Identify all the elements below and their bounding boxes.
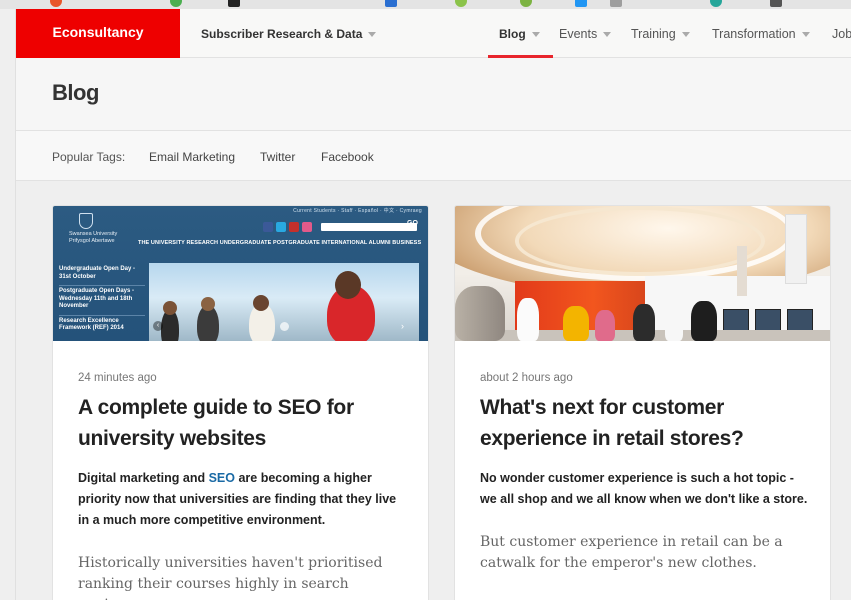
thumbnail-sidebar-item: Undergraduate Open Day - 31st October: [59, 264, 145, 286]
university-name: Swansea University Prifysgol Abertawe: [69, 231, 117, 245]
slider-next-icon: ›: [401, 321, 404, 331]
thumbnail-search-box: [321, 223, 417, 231]
slider-pause-icon: [280, 322, 289, 331]
store-display-screen: [723, 309, 749, 331]
nav-item-jobs[interactable]: Job: [832, 9, 851, 58]
shopper-figure: [665, 310, 683, 341]
nav-item-transformation[interactable]: Transformation: [712, 9, 810, 58]
chevron-down-icon: [603, 31, 612, 37]
university-name-line: Prifysgol Abertawe: [69, 238, 115, 244]
article-title[interactable]: A complete guide to SEO for university w…: [78, 392, 408, 454]
shopper-figure: [563, 306, 589, 341]
article-excerpt: Historically universities haven't priori…: [78, 555, 383, 600]
article-lead: No wonder customer experience is such a …: [480, 471, 808, 506]
nav-item-label: Subscriber Research & Data: [201, 26, 363, 41]
article-timestamp: 24 minutes ago: [78, 372, 157, 384]
chevron-down-icon: [681, 31, 690, 37]
page-gutter: [0, 9, 16, 600]
browser-bookmarks-bar: [0, 0, 851, 9]
thumbnail-sidebar-item: Research Excellence Framework (REF) 2014: [59, 317, 124, 332]
shopper-figure: [595, 310, 615, 341]
article-title[interactable]: What's next for customer experience in r…: [480, 392, 810, 454]
main-nav: Econsultancy Subscriber Research & Data …: [16, 9, 851, 58]
bookmark-favicon[interactable]: [455, 0, 467, 7]
popular-tags-bar: Popular Tags: Email Marketing Twitter Fa…: [16, 131, 851, 181]
thumbnail-top-links: Current Students · Staff · Español · 中文 …: [293, 208, 422, 214]
nav-item-label: Blog: [499, 26, 526, 41]
bookmark-favicon[interactable]: [228, 0, 240, 7]
nav-item-label: Transformation: [712, 26, 796, 41]
article-thumbnail[interactable]: Current Students · Staff · Español · 中文 …: [53, 206, 428, 341]
chevron-down-icon: [801, 31, 810, 37]
store-hanging-banner: [785, 214, 807, 284]
article-card[interactable]: about 2 hours ago What's next for custom…: [454, 205, 831, 600]
econsultancy-logo[interactable]: Econsultancy: [16, 9, 180, 58]
university-crest-icon: [79, 213, 93, 229]
twitter-icon: [276, 222, 286, 232]
flickr-icon: [302, 222, 312, 232]
nav-item-label: Events: [559, 26, 598, 41]
thumbnail-sidebar-item: Postgraduate Open Days - Wednesday 11th …: [59, 286, 145, 316]
facebook-icon: [263, 222, 273, 232]
tag-link-facebook[interactable]: Facebook: [321, 150, 374, 164]
university-name-line: Swansea University: [69, 231, 118, 237]
bookmark-favicon[interactable]: [520, 0, 532, 7]
chevron-down-icon: [531, 31, 540, 37]
page-title: Blog: [52, 80, 99, 105]
tag-link-email-marketing[interactable]: Email Marketing: [149, 150, 235, 164]
bookmark-favicon[interactable]: [610, 0, 622, 7]
tag-link-twitter[interactable]: Twitter: [260, 150, 295, 164]
nav-item-label: Job: [832, 26, 851, 41]
article-excerpt: But customer experience in retail can be…: [480, 534, 783, 571]
bookmark-favicon[interactable]: [170, 0, 182, 7]
chevron-down-icon: [368, 31, 377, 37]
person-head: [201, 297, 215, 311]
nav-item-blog[interactable]: Blog: [488, 9, 553, 58]
social-icons: [263, 222, 312, 232]
article-grid: Current Students · Staff · Español · 中文 …: [16, 181, 851, 600]
bookmark-favicon[interactable]: [770, 0, 782, 7]
nav-item-training[interactable]: Training: [631, 9, 690, 58]
person-head: [163, 301, 177, 315]
shopper-figure: [633, 304, 655, 341]
bookmark-favicon[interactable]: [575, 0, 587, 7]
shopper-figure: [517, 298, 539, 341]
nav-item-subscriber-research[interactable]: Subscriber Research & Data: [201, 9, 377, 58]
article-lead-text: Digital marketing and: [78, 471, 209, 485]
page: Econsultancy Subscriber Research & Data …: [16, 9, 851, 600]
bookmark-favicon[interactable]: [710, 0, 722, 7]
article-timestamp: about 2 hours ago: [480, 372, 573, 384]
youtube-icon: [289, 222, 299, 232]
bookmark-favicon[interactable]: [50, 0, 62, 7]
shopper-figure: [455, 286, 505, 341]
store-hanging-banner: [737, 246, 747, 296]
article-thumbnail[interactable]: [455, 206, 830, 341]
store-ceiling-ring: [515, 206, 765, 276]
person-head: [253, 295, 269, 311]
bookmark-favicon[interactable]: [385, 0, 397, 7]
shopper-figure: [691, 301, 717, 341]
popular-tags-label: Popular Tags:: [52, 150, 126, 164]
thumbnail-sidebar: Undergraduate Open Day - 31st October Po…: [59, 264, 145, 337]
blog-header: Blog: [16, 58, 851, 131]
person-head: [335, 271, 361, 299]
article-card[interactable]: Current Students · Staff · Español · 中文 …: [52, 205, 429, 600]
thumbnail-search-go: GO: [407, 220, 418, 227]
article-lead: Digital marketing and SEO are becoming a…: [78, 468, 408, 531]
thumbnail-menu: THE UNIVERSITY RESEARCH UNDERGRADUATE PO…: [138, 240, 422, 246]
slider-prev-icon: ‹: [153, 321, 163, 331]
seo-link[interactable]: SEO: [209, 471, 235, 485]
store-display-screen: [755, 309, 781, 331]
nav-item-label: Training: [631, 26, 676, 41]
store-display-screen: [787, 309, 813, 331]
nav-item-events[interactable]: Events: [559, 9, 612, 58]
